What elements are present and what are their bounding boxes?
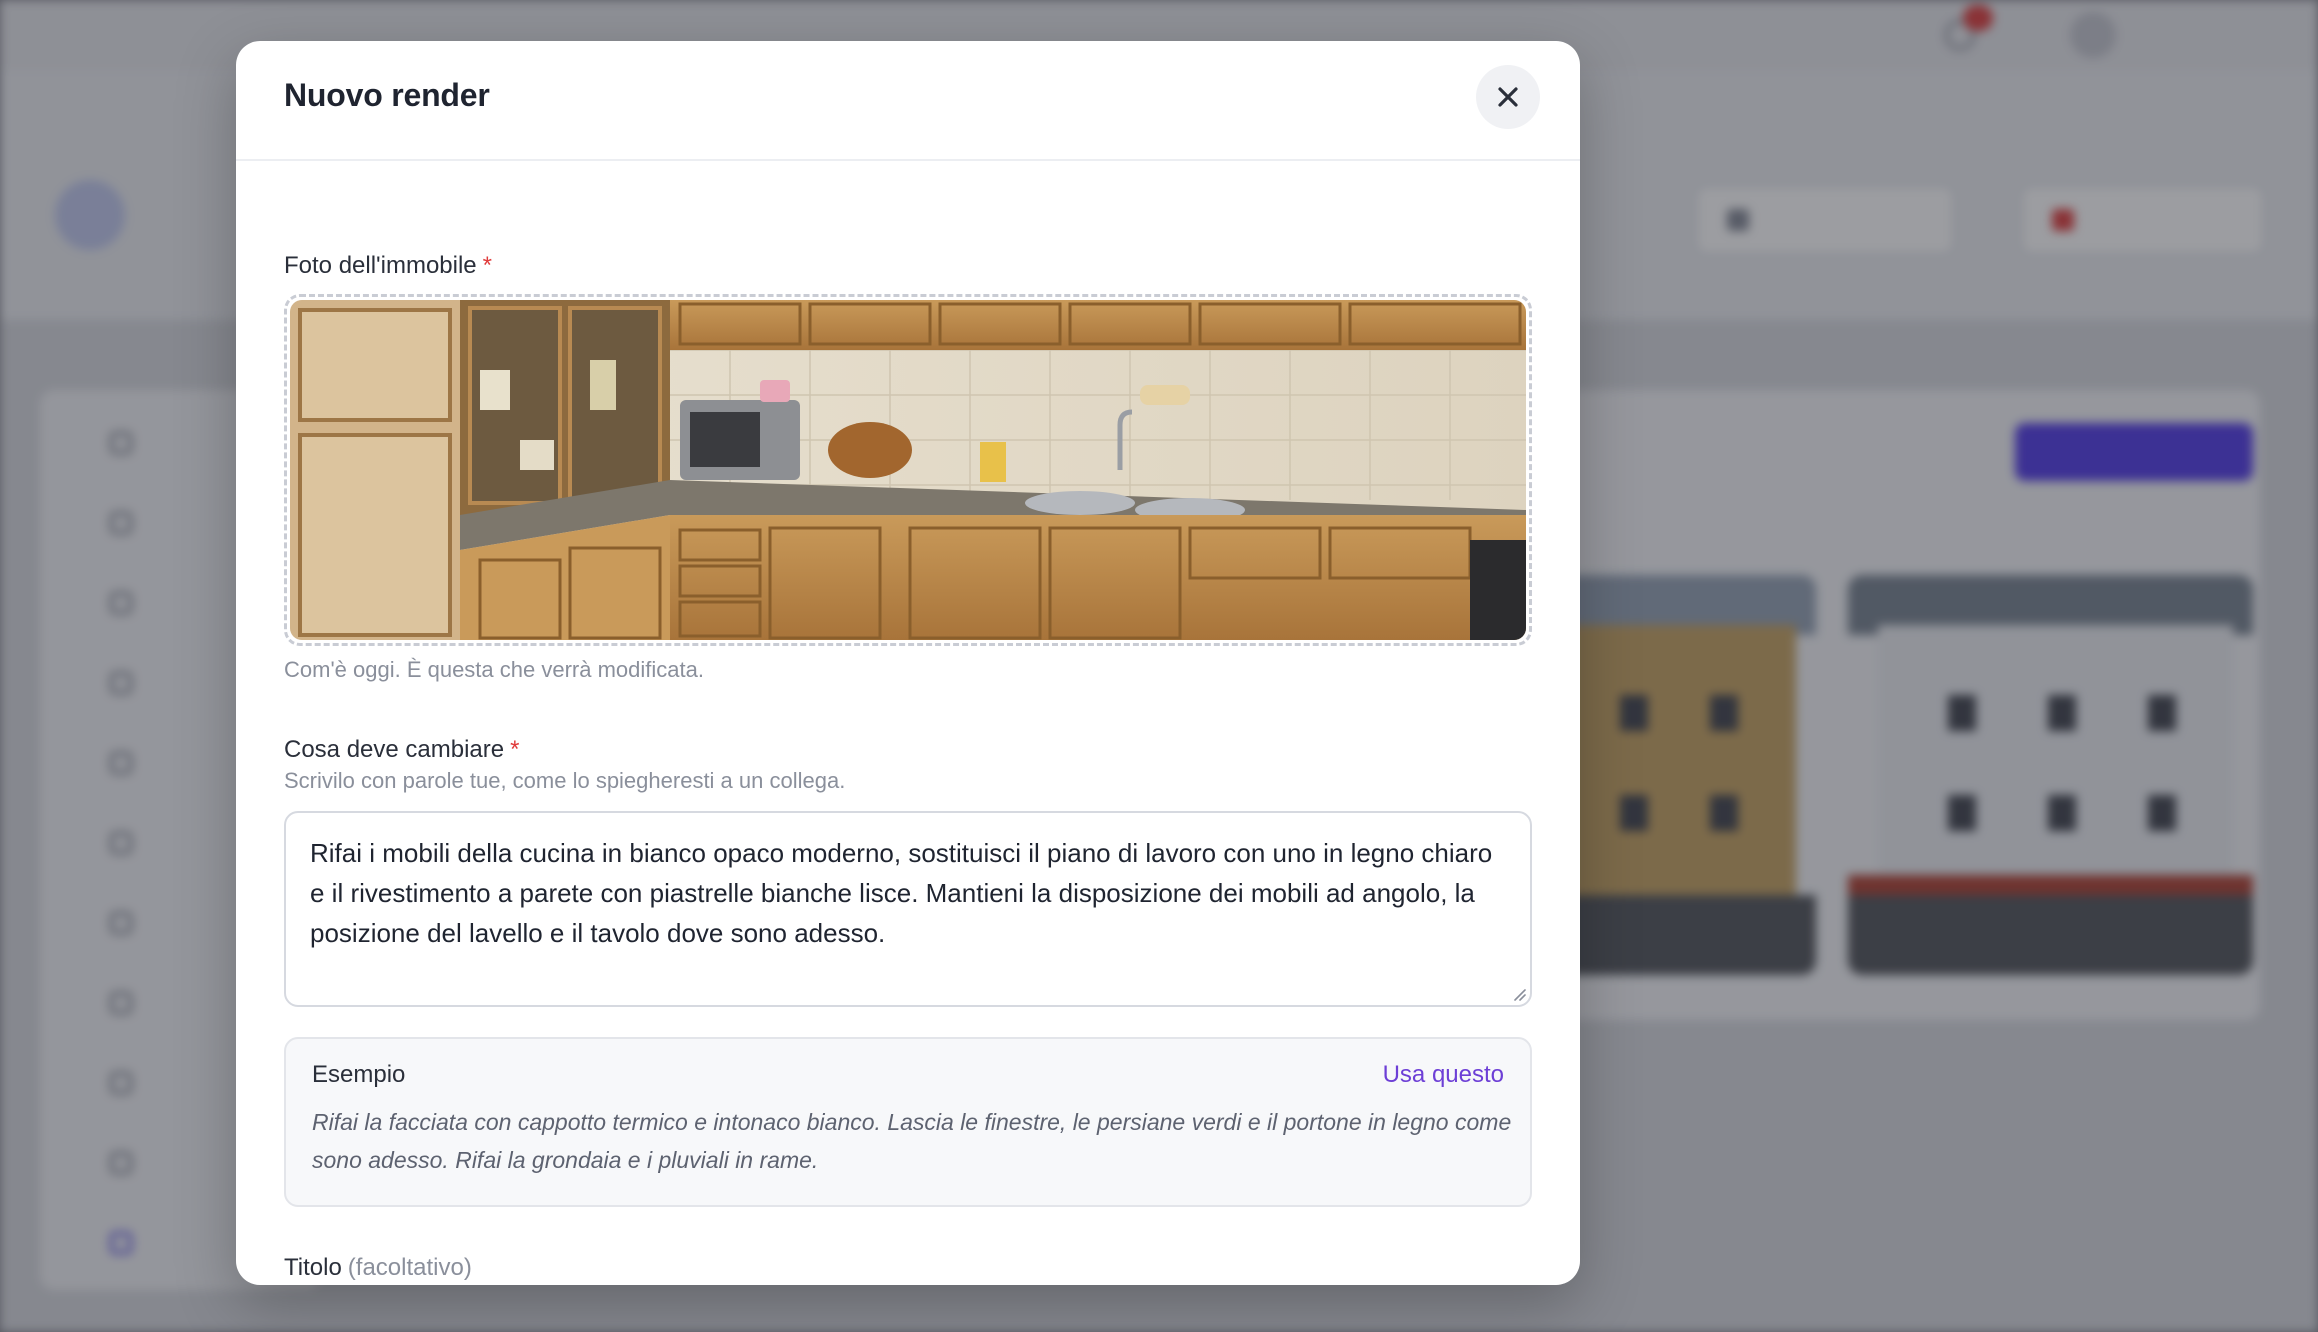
changes-label-text: Cosa deve cambiare (284, 736, 505, 763)
title-label: Titolo (facoltativo) (284, 1254, 472, 1282)
resize-grip-icon[interactable] (1510, 985, 1526, 1001)
photo-label-text: Foto dell'immobile (284, 252, 477, 279)
optional-tag: (facoltativo) (347, 1254, 472, 1281)
changes-textarea-value: Rifai i mobili della cucina in bianco op… (310, 838, 1493, 948)
changes-help-text: Scrivilo con parole tue, come lo spieghe… (284, 768, 846, 793)
required-mark: * (482, 252, 492, 279)
property-photo (290, 300, 1526, 640)
new-render-modal: Nuovo render Foto dell'immobile * Com'è … (236, 41, 1580, 1285)
changes-label: Cosa deve cambiare * (284, 736, 519, 764)
photo-dropzone[interactable] (284, 294, 1532, 646)
example-box: Esempio Usa questo Rifai la facciata con… (284, 1037, 1532, 1207)
close-icon (1498, 87, 1518, 107)
changes-textarea[interactable]: Rifai i mobili della cucina in bianco op… (284, 811, 1532, 1007)
example-text: Rifai la facciata con cappotto termico e… (312, 1109, 1512, 1173)
title-label-text: Titolo (284, 1254, 342, 1281)
use-example-link[interactable]: Usa questo (1383, 1061, 1504, 1089)
required-mark: * (510, 736, 520, 763)
close-button[interactable] (1476, 65, 1540, 129)
modal-title: Nuovo render (284, 77, 490, 113)
modal-header: Nuovo render (236, 41, 1580, 161)
photo-label: Foto dell'immobile * (284, 252, 492, 280)
example-title: Esempio (312, 1061, 406, 1088)
kitchen-photo-image (290, 300, 1526, 640)
photo-help-text: Com'è oggi. È questa che verrà modificat… (284, 657, 704, 682)
